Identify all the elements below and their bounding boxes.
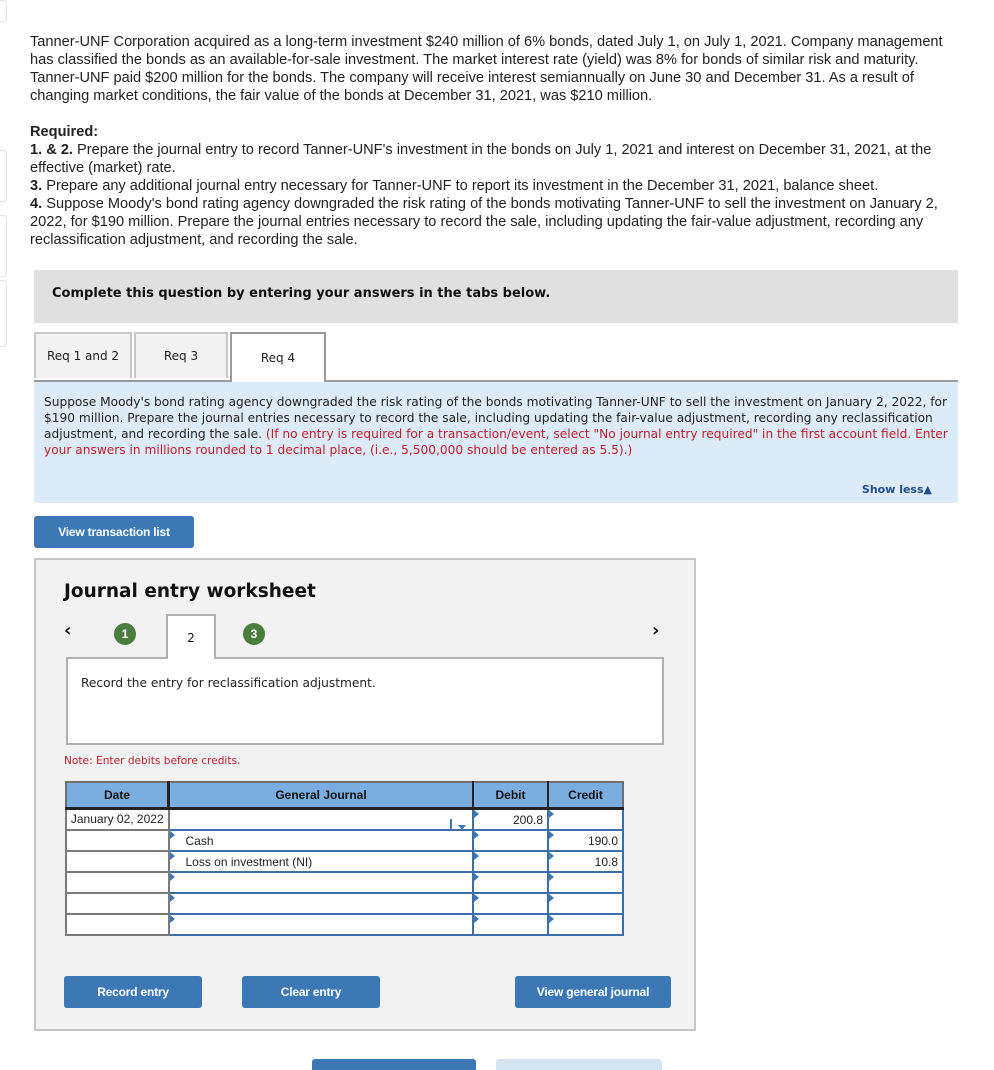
input-marker-icon bbox=[549, 894, 554, 902]
account-input[interactable]: Cash bbox=[167, 829, 474, 852]
credit-input[interactable] bbox=[547, 892, 624, 915]
left-edge-card-4 bbox=[0, 280, 7, 347]
next-requirement-button[interactable] bbox=[496, 1059, 662, 1070]
account-dropdown[interactable] bbox=[167, 807, 474, 836]
input-marker-icon bbox=[169, 873, 175, 881]
account-input[interactable]: Loss on investment (NI) bbox=[167, 850, 474, 873]
view-general-journal-button[interactable]: View general journal bbox=[515, 976, 671, 1008]
input-marker-icon bbox=[549, 810, 554, 818]
instructions-text: Suppose Moody's bond rating agency downg… bbox=[44, 395, 948, 457]
entry-description-box: Record the entry for reclassification ad… bbox=[66, 657, 664, 745]
complete-question-banner: Complete this question by entering your … bbox=[34, 270, 958, 323]
debit-input[interactable] bbox=[472, 892, 549, 915]
account-input[interactable] bbox=[167, 913, 474, 936]
input-marker-icon bbox=[169, 831, 175, 839]
journal-table: Date General Journal Debit Credit Januar… bbox=[65, 781, 624, 936]
date-cell bbox=[65, 892, 170, 915]
input-marker-icon bbox=[474, 894, 479, 902]
problem-statement: Tanner-UNF Corporation acquired as a lon… bbox=[30, 33, 970, 249]
date-cell bbox=[65, 829, 170, 852]
input-marker-icon bbox=[549, 831, 554, 839]
requirement-1-2: 1. & 2. Prepare the journal entry to rec… bbox=[30, 142, 932, 176]
debit-input[interactable] bbox=[472, 913, 549, 936]
debits-before-credits-note: Note: Enter debits before credits. bbox=[64, 755, 241, 767]
instructions-panel: Suppose Moody's bond rating agency downg… bbox=[34, 382, 958, 503]
chevron-right-icon[interactable]: › bbox=[652, 620, 659, 641]
left-edge-card-3 bbox=[0, 215, 7, 277]
step-1-completed[interactable]: 1 bbox=[114, 623, 136, 645]
input-marker-icon bbox=[474, 852, 479, 860]
debit-input[interactable]: 200.8 bbox=[472, 807, 549, 831]
column-header-debit: Debit bbox=[472, 781, 549, 810]
input-marker-icon bbox=[474, 873, 479, 881]
debit-input[interactable] bbox=[472, 871, 549, 894]
credit-input[interactable]: 190.0 bbox=[547, 829, 624, 852]
previous-requirement-button[interactable] bbox=[312, 1059, 476, 1070]
credit-input[interactable] bbox=[547, 807, 624, 831]
tab-req-1-and-2[interactable]: Req 1 and 2 bbox=[34, 332, 132, 378]
input-marker-icon bbox=[549, 852, 554, 860]
table-row: Cash 190.0 bbox=[65, 829, 624, 852]
record-entry-button[interactable]: Record entry bbox=[64, 976, 202, 1008]
input-marker-icon bbox=[169, 915, 175, 923]
account-input[interactable] bbox=[167, 892, 474, 915]
clear-entry-button[interactable]: Clear entry bbox=[242, 976, 380, 1008]
column-header-date: Date bbox=[65, 781, 170, 810]
credit-input[interactable] bbox=[547, 871, 624, 894]
requirement-4: 4. Suppose Moody's bond rating agency do… bbox=[30, 196, 938, 248]
worksheet-title: Journal entry worksheet bbox=[64, 581, 316, 602]
input-marker-icon bbox=[169, 894, 175, 902]
table-row bbox=[65, 913, 624, 936]
table-row: January 02, 2022 200.8 bbox=[65, 807, 624, 836]
left-edge-card-2 bbox=[0, 150, 7, 202]
input-marker-icon bbox=[169, 852, 175, 860]
view-transaction-list-button[interactable]: View transaction list bbox=[34, 516, 194, 548]
input-marker-icon bbox=[474, 810, 479, 818]
date-cell bbox=[65, 913, 170, 936]
input-marker-icon bbox=[549, 873, 554, 881]
required-label: Required: bbox=[30, 124, 99, 140]
input-marker-icon bbox=[474, 831, 479, 839]
account-input[interactable] bbox=[167, 871, 474, 894]
chevron-left-icon[interactable]: ‹ bbox=[64, 620, 71, 641]
table-row: Loss on investment (NI) 10.8 bbox=[65, 850, 624, 873]
tab-req-4[interactable]: Req 4 bbox=[230, 332, 326, 382]
column-header-credit: Credit bbox=[547, 781, 624, 810]
credit-input[interactable]: 10.8 bbox=[547, 850, 624, 873]
date-cell bbox=[65, 850, 170, 873]
show-less-link[interactable]: Show less▲ bbox=[862, 483, 932, 496]
requirement-3: 3. Prepare any additional journal entry … bbox=[30, 178, 879, 194]
input-marker-icon bbox=[549, 915, 554, 923]
problem-intro: Tanner-UNF Corporation acquired as a lon… bbox=[30, 34, 943, 104]
column-header-general-journal: General Journal bbox=[167, 781, 474, 810]
date-cell bbox=[65, 871, 170, 894]
credit-input[interactable] bbox=[547, 913, 624, 936]
step-2-active[interactable]: 2 bbox=[166, 614, 216, 659]
step-3-completed[interactable]: 3 bbox=[243, 623, 265, 645]
entry-description: Record the entry for reclassification ad… bbox=[81, 676, 376, 690]
left-edge-card-1 bbox=[0, 0, 7, 22]
table-row bbox=[65, 892, 624, 915]
debit-input[interactable] bbox=[472, 829, 549, 852]
debit-input[interactable] bbox=[472, 850, 549, 873]
journal-entry-worksheet: Journal entry worksheet ‹ 1 2 3 › Record… bbox=[34, 558, 696, 1031]
complete-question-text: Complete this question by entering your … bbox=[52, 286, 551, 301]
tab-req-3[interactable]: Req 3 bbox=[134, 332, 228, 378]
table-row bbox=[65, 871, 624, 894]
triangle-up-icon: ▲ bbox=[923, 483, 932, 496]
input-marker-icon bbox=[474, 915, 479, 923]
date-cell: January 02, 2022 bbox=[65, 807, 170, 831]
